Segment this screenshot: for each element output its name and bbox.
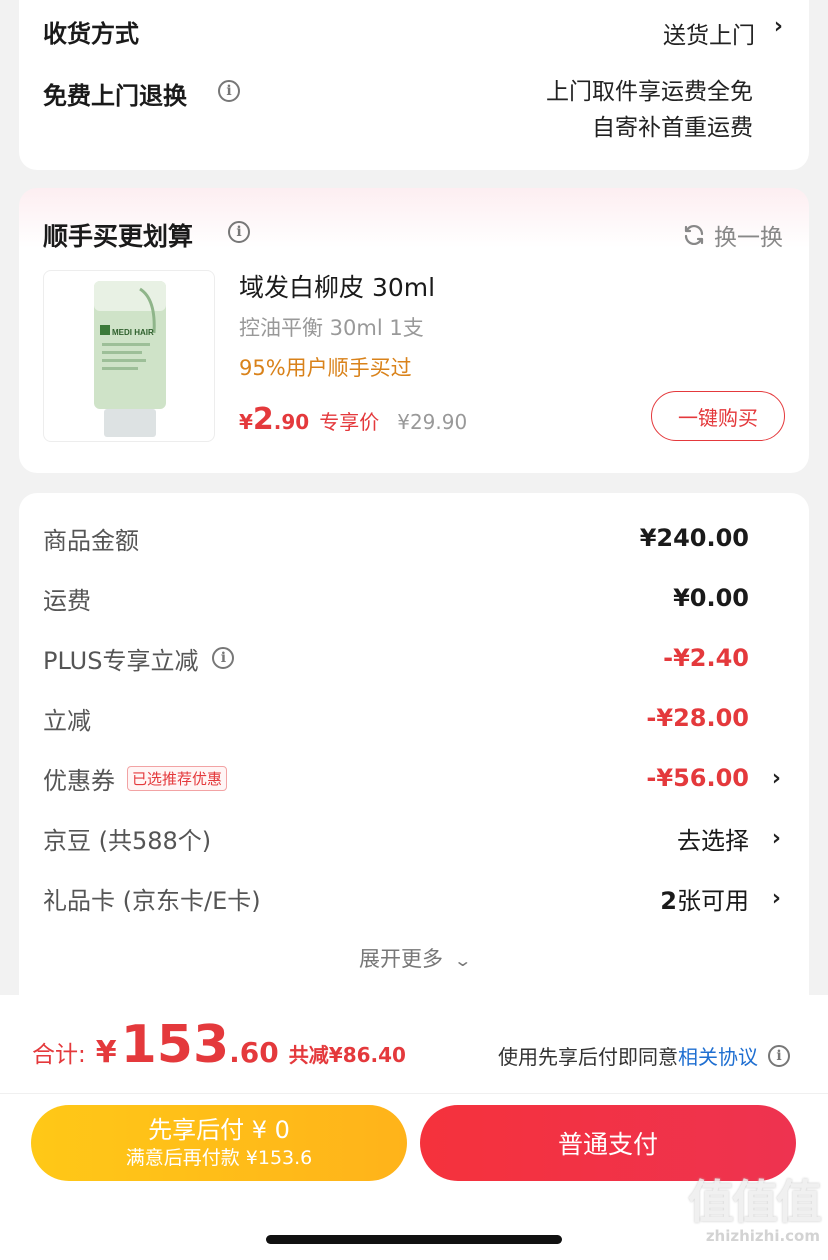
pay-later-button[interactable]: 先享后付 ¥ 0 满意后再付款 ¥153.6 (31, 1105, 407, 1181)
total-currency: ¥ (95, 1035, 117, 1070)
chevron-right-icon: › (771, 825, 781, 851)
product-name[interactable]: 域发白柳皮 30ml (239, 268, 435, 304)
price-detail-card: 商品金额 ¥240.00 运费 ¥0.00 PLUS专享立减 i -¥2.40 … (19, 493, 809, 1013)
plus-discount-row: PLUS专享立减 i -¥2.40 (43, 638, 785, 678)
delivery-method-label: 收货方式 (43, 20, 139, 48)
jd-beans-row[interactable]: 京豆 (共588个) 去选择 › (43, 818, 785, 858)
price-dec: .90 (273, 410, 310, 434)
chevron-right-icon: › (771, 885, 781, 911)
total-label: 合计: (32, 1042, 86, 1068)
expand-more-label: 展开更多 (358, 947, 443, 971)
watermark: 值值值 zhizhizhi.com (688, 1175, 822, 1245)
delivery-method-value: 送货上门 (663, 23, 755, 49)
addon-card: 顺手买更划算 i 换一换 MEDI HAIR 域发白柳皮 30ml 控油平衡 3… (19, 188, 809, 473)
free-return-line2: 自寄补首重运费 (592, 115, 753, 141)
watermark-logo: 值值值 (688, 1175, 822, 1229)
original-price: ¥29.90 (397, 410, 468, 434)
jd-beans-label: 京豆 (共588个) (43, 826, 212, 855)
instant-discount-value: -¥28.00 (646, 704, 749, 732)
saved-amount: 共减¥86.40 (288, 1043, 406, 1067)
chevron-right-icon: › (773, 14, 783, 39)
agreement-prefix: 使用先享后付即同意 (498, 1045, 678, 1069)
info-icon[interactable]: i (768, 1044, 790, 1067)
product-image[interactable]: MEDI HAIR (43, 270, 215, 442)
shipping-fee-row: 运费 ¥0.00 (43, 578, 785, 618)
gift-card-value: 2张可用 (660, 881, 749, 916)
product-image-brand: MEDI HAIR (112, 328, 154, 337)
free-return-row: 免费上门退换 i 上门取件享运费全免 自寄补首重运费 (43, 72, 785, 152)
pay-later-line2: 满意后再付款 ¥153.6 (125, 1147, 313, 1169)
coupon-badge: 已选推荐优惠 (127, 765, 228, 791)
refresh-icon (684, 225, 704, 245)
shipping-fee-value: ¥0.00 (673, 584, 749, 612)
coupon-row[interactable]: 优惠券 已选推荐优惠 -¥56.00 › (43, 758, 785, 798)
chevron-down-icon: ⌄ (452, 951, 472, 970)
instant-discount-label: 立减 (43, 706, 91, 735)
info-icon[interactable]: i (218, 80, 240, 102)
jd-beans-value: 去选择 (677, 826, 749, 855)
chevron-right-icon: › (771, 765, 781, 791)
price-int: 2 (252, 402, 274, 437)
instant-discount-row: 立减 -¥28.00 (43, 698, 785, 738)
social-proof: 95%用户顺手买过 (239, 356, 412, 380)
agreement-text: 使用先享后付即同意 相关协议 i (498, 1041, 790, 1070)
total-block: 合计: ¥ 153 .60 共减¥86.40 (32, 1015, 406, 1075)
delivery-card: 收货方式 送货上门 › 免费上门退换 i 上门取件享运费全免 自寄补首重运费 (19, 0, 809, 170)
total-dec: .60 (229, 1036, 279, 1069)
expand-more-button[interactable]: 展开更多 ⌄ (19, 943, 809, 973)
goods-amount-value: ¥240.00 (639, 524, 749, 552)
agreement-link[interactable]: 相关协议 (678, 1041, 758, 1070)
refresh-button[interactable]: 换一换 (682, 218, 783, 252)
total-int: 153 (120, 1015, 230, 1075)
divider (0, 1093, 828, 1094)
coupon-value: -¥56.00 (646, 764, 749, 792)
gift-card-row[interactable]: 礼品卡 (京东卡/E卡) 2张可用 › (43, 878, 785, 918)
one-click-buy-label: 一键购买 (678, 405, 758, 430)
plus-discount-label: PLUS专享立减 (43, 646, 199, 675)
coupon-label: 优惠券 (43, 766, 115, 795)
gift-card-label: 礼品卡 (京东卡/E卡) (43, 886, 261, 915)
product-price: ¥ 2 .90 专享价 ¥29.90 (239, 402, 467, 437)
gift-card-count: 2 (660, 886, 677, 915)
checkout-bar: 合计: ¥ 153 .60 共减¥86.40 使用先享后付即同意 相关协议 i … (0, 995, 828, 1260)
delivery-method-row[interactable]: 收货方式 送货上门 › (43, 8, 785, 49)
info-icon[interactable]: i (228, 221, 250, 243)
shipping-fee-label: 运费 (43, 586, 91, 615)
free-return-line1: 上门取件享运费全免 (546, 79, 753, 105)
addon-title: 顺手买更划算 (43, 222, 194, 251)
price-tag: 专享价 (319, 410, 380, 434)
normal-pay-label: 普通支付 (557, 1130, 658, 1159)
free-return-label: 免费上门退换 (43, 82, 187, 110)
watermark-url: zhizhizhi.com (705, 1227, 820, 1245)
home-indicator (266, 1235, 562, 1244)
info-icon[interactable]: i (212, 647, 235, 669)
product-spec: 控油平衡 30ml 1支 (239, 316, 424, 340)
product-tube-image: MEDI HAIR (94, 281, 166, 437)
plus-discount-value: -¥2.40 (663, 644, 749, 672)
gift-card-unit: 张可用 (677, 886, 749, 915)
normal-pay-button[interactable]: 普通支付 (420, 1105, 796, 1181)
goods-amount-label: 商品金额 (43, 526, 139, 555)
one-click-buy-button[interactable]: 一键购买 (651, 391, 785, 441)
price-currency: ¥ (239, 410, 253, 434)
refresh-label: 换一换 (714, 225, 783, 251)
goods-amount-row: 商品金额 ¥240.00 (43, 518, 785, 558)
pay-later-line1: 先享后付 ¥ 0 (148, 1116, 290, 1144)
